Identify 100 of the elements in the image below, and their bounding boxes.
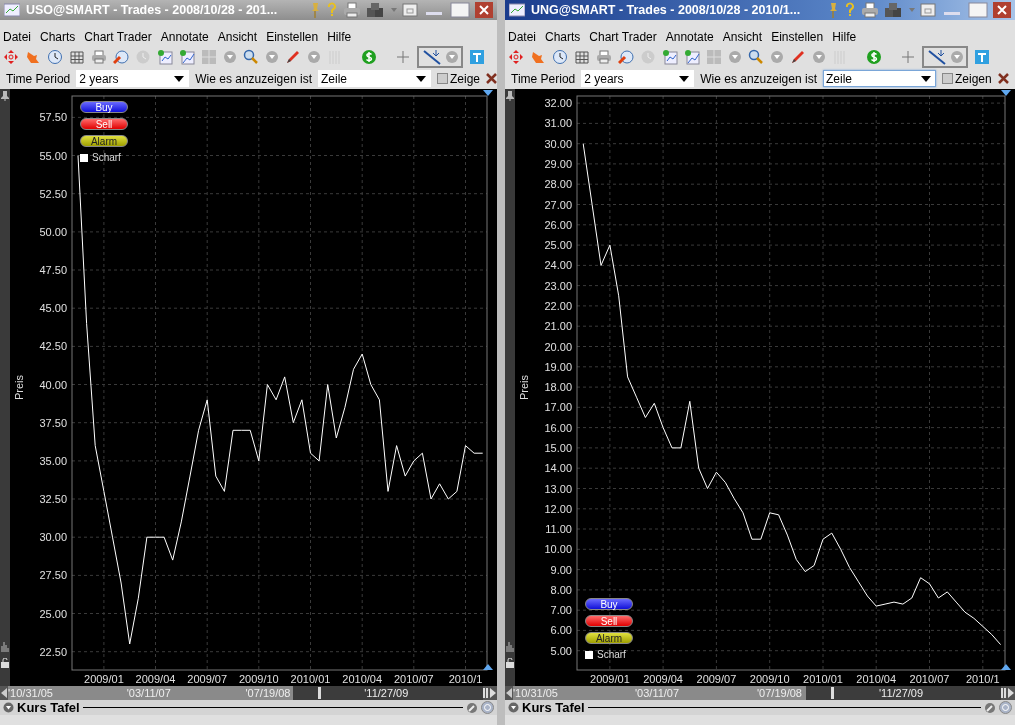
menu-item[interactable]: Ansicht: [217, 30, 258, 44]
printer-icon[interactable]: [343, 2, 361, 18]
draw-line-icon[interactable]: [421, 48, 443, 66]
menu-item[interactable]: Chart Trader: [589, 30, 657, 44]
move-icon[interactable]: [508, 49, 524, 65]
restore-icon[interactable]: [402, 3, 418, 17]
y-tick-label: 22.00: [544, 299, 572, 312]
close-icon[interactable]: [486, 73, 497, 84]
dropdown-icon[interactable]: [445, 49, 459, 65]
triangle-marker-icon[interactable]: [483, 90, 493, 96]
collapse-icon[interactable]: [3, 702, 14, 713]
pencil-icon[interactable]: [285, 49, 301, 65]
dropdown-icon[interactable]: [265, 49, 279, 65]
maximize-icon[interactable]: [968, 2, 988, 18]
menu-item[interactable]: Hilfe: [832, 30, 857, 44]
buy-button[interactable]: Buy: [585, 598, 633, 610]
clock-icon[interactable]: [47, 49, 63, 65]
y-tick-label: 32.00: [544, 97, 572, 110]
tile-icon[interactable]: [201, 49, 217, 65]
move-icon[interactable]: [3, 49, 19, 65]
lock-icon[interactable]: [1, 658, 9, 668]
menu-item[interactable]: Einstellen: [771, 30, 824, 44]
clock-icon[interactable]: [552, 49, 568, 65]
text-tool-icon[interactable]: [469, 49, 485, 65]
dropdown-icon[interactable]: [728, 49, 742, 65]
menu-item[interactable]: Datei: [3, 30, 31, 44]
checkbox[interactable]: [585, 650, 593, 659]
scroll-track[interactable]: '10/31/05 '03/11/07 '07/19/08 '11/27/09: [513, 686, 1001, 700]
menu-item[interactable]: Datei: [508, 30, 536, 44]
dropdown-icon[interactable]: [223, 49, 237, 65]
menu-item[interactable]: Charts: [545, 30, 581, 44]
close-icon[interactable]: [997, 73, 1009, 84]
dropdown-icon[interactable]: [307, 49, 321, 65]
menu-item[interactable]: Ansicht: [722, 30, 763, 44]
alarm-button[interactable]: Alarm: [585, 632, 633, 644]
buy-button[interactable]: Buy: [80, 101, 128, 113]
sell-button[interactable]: Sell: [80, 118, 128, 130]
printer-icon[interactable]: [861, 2, 879, 18]
close-icon[interactable]: [993, 2, 1011, 18]
dollar-icon[interactable]: [866, 49, 882, 65]
caret-icon[interactable]: [921, 75, 931, 82]
draw-line-icon[interactable]: [926, 48, 948, 66]
menu-item[interactable]: Annotate: [160, 30, 209, 44]
add-chart-icon[interactable]: [179, 49, 195, 65]
date-label: '07/19/08: [757, 686, 802, 700]
triangle-marker-icon[interactable]: [1001, 90, 1011, 96]
caret-icon[interactable]: [679, 75, 690, 82]
scroll-thumb[interactable]: [318, 687, 322, 699]
tile-icon[interactable]: [706, 49, 722, 65]
add-chart-icon[interactable]: [684, 49, 700, 65]
triangle-marker-icon[interactable]: [483, 664, 493, 670]
dropdown-icon[interactable]: [770, 49, 784, 65]
flame-icon[interactable]: [530, 49, 546, 65]
pencil-icon[interactable]: [790, 49, 806, 65]
scroll-thumb[interactable]: [831, 687, 835, 699]
collapse-icon[interactable]: [508, 702, 519, 713]
time-period-dropdown[interactable]: 2 years: [76, 70, 190, 87]
dropdown-icon[interactable]: [812, 49, 826, 65]
pin-icon[interactable]: [1, 91, 9, 101]
add-chart-icon[interactable]: [157, 49, 173, 65]
checkbox[interactable]: [80, 153, 88, 162]
sell-button[interactable]: Sell: [585, 615, 633, 627]
cubes-icon[interactable]: [366, 2, 386, 18]
zoom-icon[interactable]: [243, 49, 259, 65]
menu-item[interactable]: Hilfe: [327, 30, 352, 44]
dollar-icon[interactable]: [361, 49, 377, 65]
pin-icon[interactable]: [506, 91, 514, 101]
triangle-marker-icon[interactable]: [1001, 664, 1011, 670]
zoom-icon[interactable]: [748, 49, 764, 65]
time-period-dropdown[interactable]: 2 years: [581, 70, 695, 87]
checkbox[interactable]: [437, 73, 448, 84]
menu-item[interactable]: Annotate: [665, 30, 714, 44]
display-dropdown[interactable]: Zeile: [318, 70, 431, 87]
restore-icon[interactable]: [920, 3, 936, 17]
date-label: '11/27/09: [879, 686, 924, 700]
maximize-icon[interactable]: [450, 2, 470, 18]
y-tick-label: 16.00: [544, 421, 572, 434]
checkbox[interactable]: [942, 73, 953, 84]
printer-icon[interactable]: [91, 49, 107, 65]
grid-icon[interactable]: [69, 49, 85, 65]
lock-icon[interactable]: [506, 658, 514, 668]
printer-icon[interactable]: [596, 49, 612, 65]
grid-icon[interactable]: [574, 49, 590, 65]
menu-item[interactable]: Chart Trader: [84, 30, 152, 44]
scroll-track[interactable]: '10/31/05 '03/11/07 '07/19/08 '11/27/09: [8, 686, 483, 700]
text-tool-icon[interactable]: [974, 49, 990, 65]
add-chart-icon[interactable]: [662, 49, 678, 65]
caret-icon[interactable]: [416, 75, 426, 82]
close-icon[interactable]: [475, 2, 493, 18]
caret-icon[interactable]: [174, 75, 185, 82]
dropdown-icon[interactable]: [950, 49, 964, 65]
flame-icon[interactable]: [25, 49, 41, 65]
scroll-right-icon[interactable]: [1001, 687, 1015, 699]
menu-item[interactable]: Charts: [40, 30, 76, 44]
y-tick-label: 30.00: [544, 137, 572, 150]
menu-item[interactable]: Einstellen: [266, 30, 319, 44]
alarm-button[interactable]: Alarm: [80, 135, 128, 147]
scroll-right-icon[interactable]: [483, 687, 497, 699]
display-dropdown[interactable]: Zeile: [823, 70, 936, 87]
cubes-icon[interactable]: [884, 2, 904, 18]
